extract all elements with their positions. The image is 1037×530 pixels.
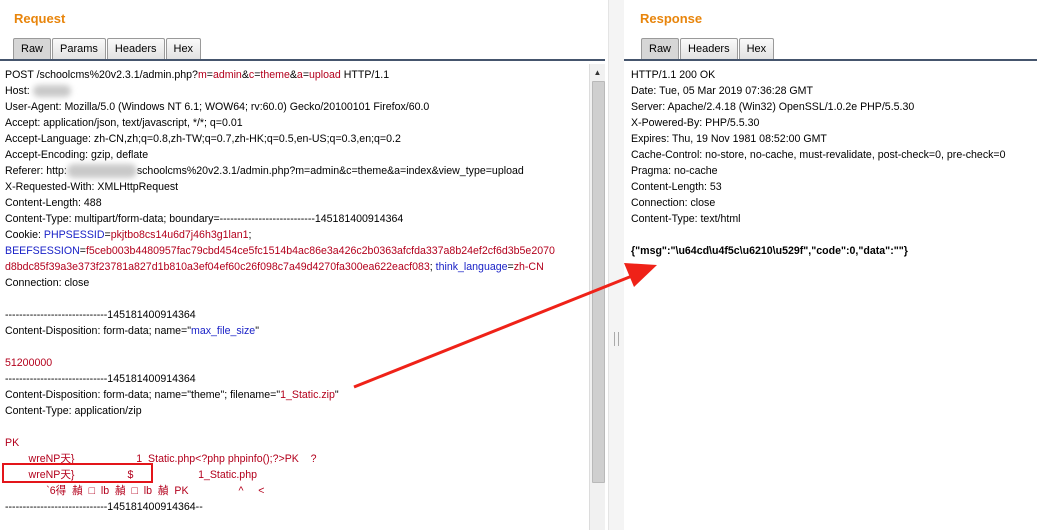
response-status-line: HTTP/1.1 200 OK — [631, 69, 716, 81]
cookie-value-beefsession-cont: d8bdc85f39a3e373f23781a827d1b810a3ef04ef… — [5, 261, 430, 273]
response-tab-hex[interactable]: Hex — [738, 38, 775, 59]
cookie-key-phpsessid: PHPSESSID — [43, 229, 105, 241]
redacted-referer-host — [66, 164, 137, 179]
part-content-type: Content-Type: application/zip — [5, 405, 142, 417]
disposition-suffix: " — [334, 389, 339, 401]
response-editor[interactable]: HTTP/1.1 200 OK Date: Tue, 05 Mar 2019 0… — [624, 64, 1037, 530]
referer-prefix: Referer: http: — [5, 165, 67, 177]
request-tab-hex[interactable]: Hex — [165, 38, 202, 59]
request-scrollbar[interactable]: ▲ — [589, 64, 605, 530]
param-value-c: theme — [260, 69, 290, 81]
param-value-a: upload — [309, 69, 341, 81]
response-header-pragma: Pragma: no-cache — [631, 165, 718, 177]
response-tab-divider — [624, 59, 1037, 61]
panel-splitter[interactable] — [608, 0, 625, 530]
request-editor[interactable]: POST /schoolcms%20v2.3.1/admin.php?m=adm… — [0, 64, 607, 530]
header-cookie: Cookie: PHPSESSID=pkjtbo8cs14u6d7j46h3g1… — [5, 229, 252, 241]
disposition-prefix: Content-Disposition: form-data; name="th… — [5, 389, 281, 401]
binary-data-line: `6得 赬 □ lb 赬 □ lb 赬 PK ^ < — [5, 485, 265, 497]
response-header-content-type: Content-Type: text/html — [631, 213, 741, 225]
header-content-length: Content-Length: 488 — [5, 197, 102, 209]
response-tab-headers[interactable]: Headers — [680, 38, 738, 59]
cookie-beef-line: BEEFSESSION=f5ceb003b4480957fac79cbd454c… — [5, 245, 555, 257]
header-host-text: Host: — [5, 85, 33, 97]
part-disposition-file: Content-Disposition: form-data; name="th… — [5, 387, 555, 403]
redacted-host — [32, 85, 71, 98]
binary-data-line: PK — [5, 437, 20, 449]
response-tabs: Raw Headers Hex — [641, 38, 775, 60]
referer-path: schoolcms%20v2.3.1/admin.php?m=admin&c=t… — [136, 165, 524, 177]
response-header-x-powered-by: X-Powered-By: PHP/5.5.30 — [631, 117, 760, 129]
param-key-c: c — [248, 69, 255, 81]
response-header-cache-control: Cache-Control: no-store, no-cache, must-… — [631, 149, 1006, 161]
cookie-value-beefsession: f5ceb003b4480957fac79cbd454ce5fc1514b4ac… — [85, 245, 555, 257]
response-panel: Response Raw Headers Hex HTTP/1.1 200 OK… — [624, 0, 1037, 530]
request-tab-params[interactable]: Params — [52, 38, 106, 59]
header-accept-language: Accept-Language: zh-CN,zh;q=0.8,zh-TW;q=… — [5, 133, 401, 145]
header-connection: Connection: close — [5, 277, 90, 289]
cookie-separator: ; — [248, 229, 252, 241]
boundary-line: -----------------------------14518140091… — [5, 373, 196, 385]
response-header-expires: Expires: Thu, 19 Nov 1981 08:52:00 GMT — [631, 133, 827, 145]
header-referer: Referer: http: schoolcms%20v2.3.1/admin.p… — [5, 163, 555, 179]
cookie-key-language: think_language — [435, 261, 508, 273]
request-tabs: Raw Params Headers Hex — [13, 38, 202, 60]
param-separator: & — [241, 69, 249, 81]
disposition-prefix: Content-Disposition: form-data; name=" — [5, 325, 192, 337]
param-key-m: m — [197, 69, 207, 81]
response-title: Response — [640, 11, 703, 26]
request-line: POST /schoolcms%20v2.3.1/admin.php?m=adm… — [5, 69, 390, 81]
response-header-server: Server: Apache/2.4.18 (Win32) OpenSSL/1.… — [631, 101, 915, 113]
header-content-type: Content-Type: multipart/form-data; bound… — [5, 213, 404, 225]
response-header-content-length: Content-Length: 53 — [631, 181, 722, 193]
content-type-highlight-box — [2, 463, 153, 483]
response-body-json: {"msg":"\u64cd\u4f5c\u6210\u529f","code"… — [631, 245, 908, 257]
header-host: Host: — [5, 83, 555, 99]
cookie-key-beefsession: BEEFSESSION — [5, 245, 80, 257]
request-panel: Request Raw Params Headers Hex POST /sch… — [0, 0, 607, 530]
request-tab-headers[interactable]: Headers — [106, 38, 165, 59]
upload-filename: 1_Static.zip — [280, 389, 335, 401]
request-line-protocol: HTTP/1.1 — [340, 69, 390, 81]
cookie-prefix: Cookie: — [5, 229, 44, 241]
field-name-max-file-size: max_file_size — [191, 325, 256, 337]
response-tab-raw[interactable]: Raw — [641, 38, 680, 60]
cookie-beef-line-2: d8bdc85f39a3e373f23781a827d1b810a3ef04ef… — [5, 261, 544, 273]
param-separator: & — [289, 69, 297, 81]
request-line-prefix: POST /schoolcms%20v2.3.1/admin.php? — [5, 69, 198, 81]
response-header-connection: Connection: close — [631, 197, 716, 209]
header-accept: Accept: application/json, text/javascrip… — [5, 117, 243, 129]
disposition-suffix: " — [255, 325, 259, 337]
part-disposition: Content-Disposition: form-data; name="ma… — [5, 323, 555, 339]
param-value-m: admin — [212, 69, 242, 81]
request-title: Request — [14, 11, 66, 26]
cookie-value-phpsessid: pkjtbo8cs14u6d7j46h3g1lan1 — [110, 229, 249, 241]
scroll-thumb[interactable] — [592, 81, 605, 483]
header-accept-encoding: Accept-Encoding: gzip, deflate — [5, 149, 149, 161]
response-header-date: Date: Tue, 05 Mar 2019 07:36:28 GMT — [631, 85, 813, 97]
response-raw-text[interactable]: HTTP/1.1 200 OK Date: Tue, 05 Mar 2019 0… — [631, 67, 1006, 259]
header-user-agent: User-Agent: Mozilla/5.0 (Windows NT 6.1;… — [5, 101, 430, 113]
request-tab-raw[interactable]: Raw — [13, 38, 52, 60]
header-x-requested-with: X-Requested-With: XMLHttpRequest — [5, 181, 179, 193]
splitter-grip-icon[interactable] — [614, 332, 619, 346]
scroll-up-arrow-icon[interactable]: ▲ — [591, 66, 604, 79]
boundary-end-line: -----------------------------14518140091… — [5, 501, 203, 513]
request-raw-text[interactable]: POST /schoolcms%20v2.3.1/admin.php?m=adm… — [5, 67, 555, 515]
request-tab-divider — [0, 59, 605, 61]
field-value-max-file-size: 51200000 — [5, 357, 53, 369]
cookie-value-language: zh-CN — [513, 261, 544, 273]
boundary-line: -----------------------------14518140091… — [5, 309, 196, 321]
param-key-a: a — [296, 69, 303, 81]
